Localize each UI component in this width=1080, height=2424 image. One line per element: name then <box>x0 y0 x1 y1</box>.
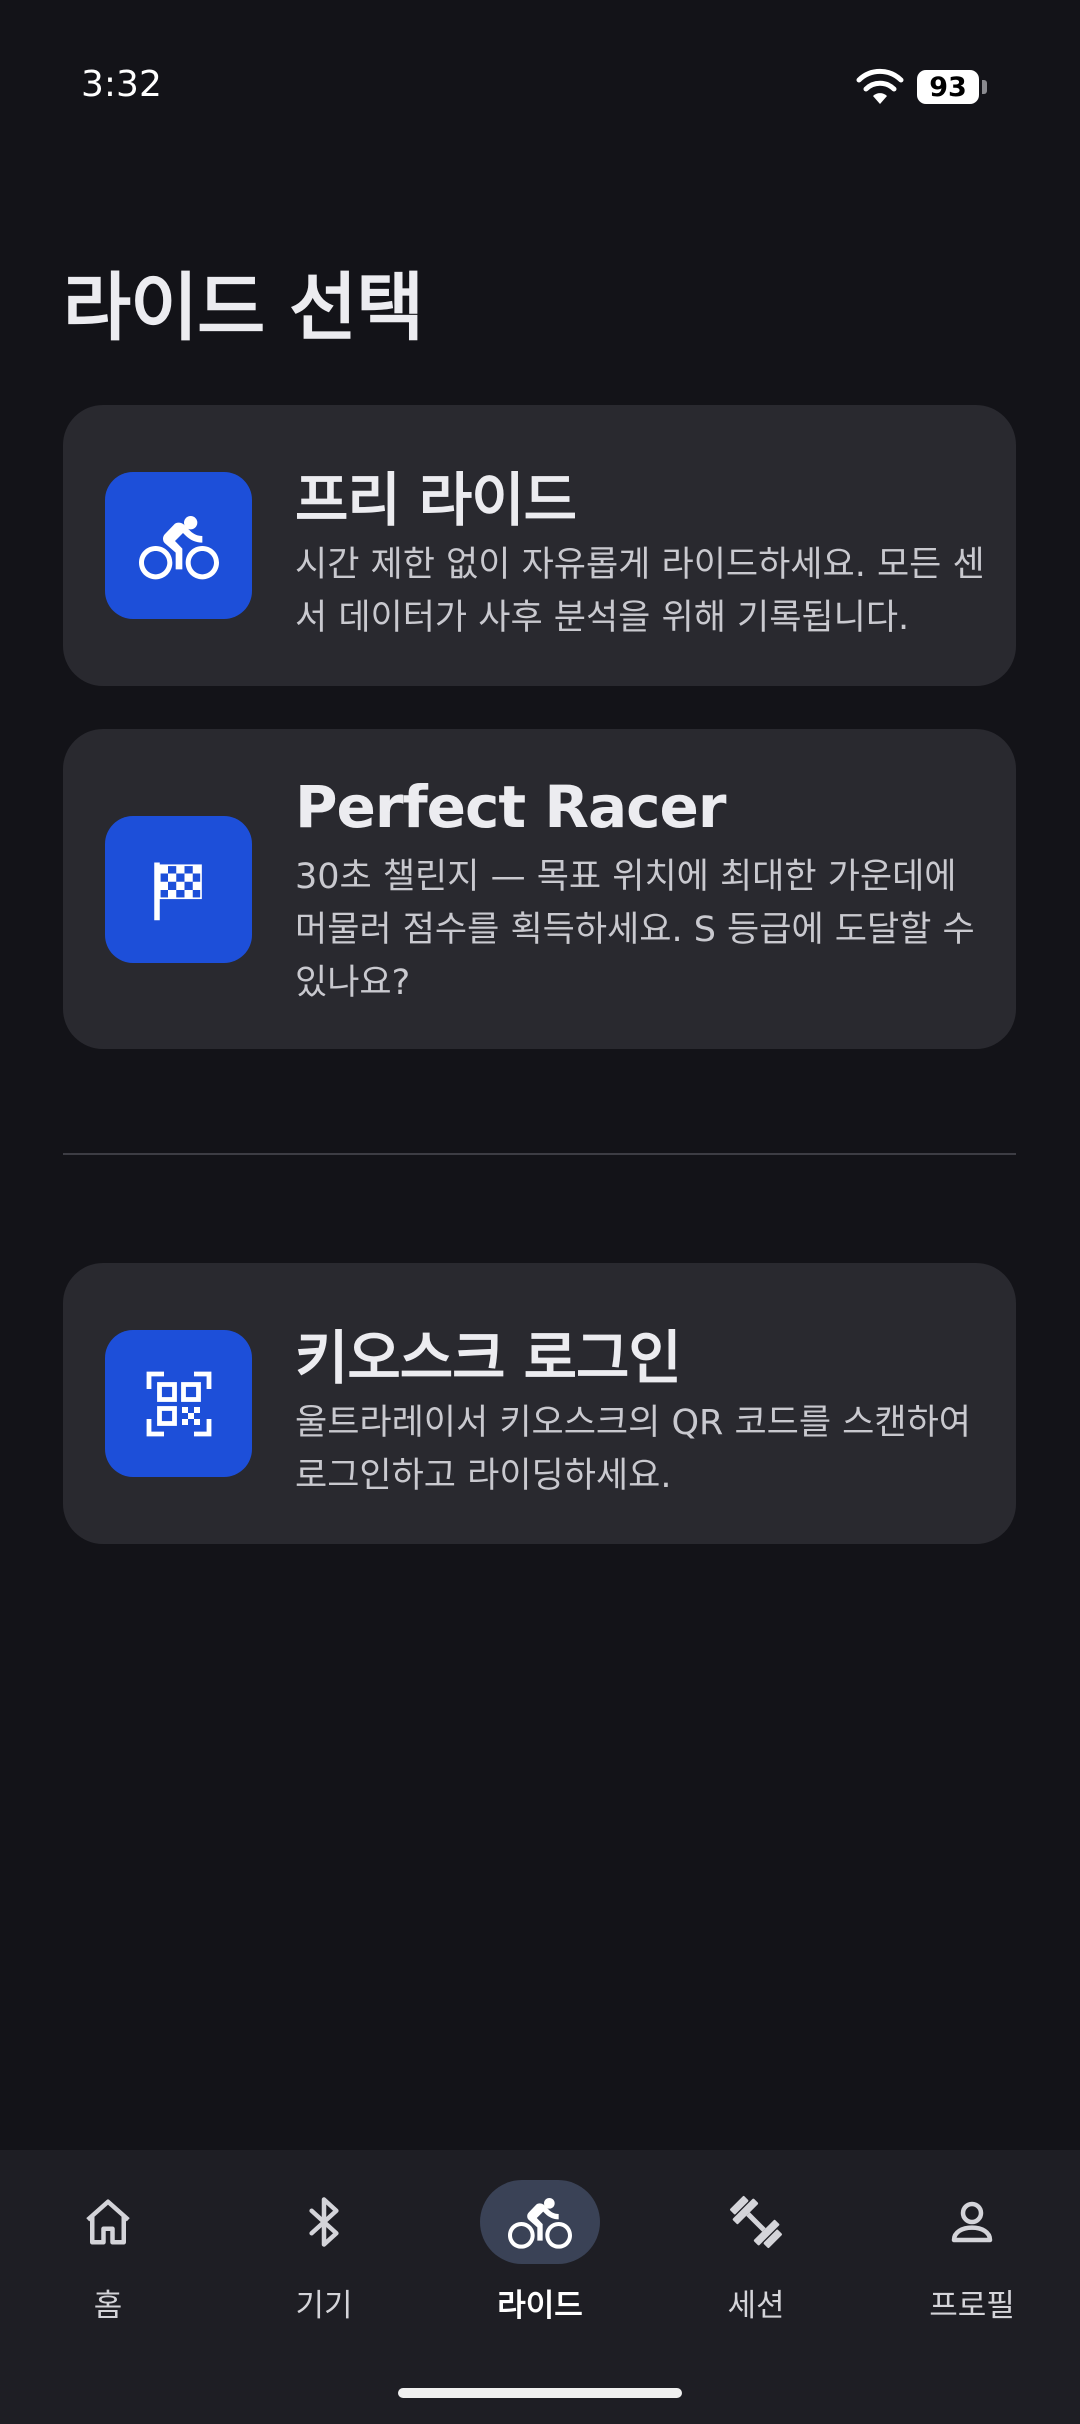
free-ride-card[interactable]: 프리 라이드 시간 제한 없이 자유롭게 라이드하세요. 모든 센서 데이터가 … <box>63 405 1016 686</box>
nav-devices[interactable]: 기기 <box>224 2180 424 2340</box>
nav-home-label: 홈 <box>93 2288 123 2324</box>
page-title: 라이드 선택 <box>63 265 424 351</box>
nav-devices-label: 기기 <box>295 2288 353 2324</box>
ride-select-screen: 3:32 93 라이드 선택 프리 라이드 시간 제한 없이 자유롭게 라이드하… <box>0 0 1080 2424</box>
nav-profile-label: 프로필 <box>929 2288 1015 2324</box>
person-icon <box>912 2180 1032 2264</box>
perfect-racer-title: Perfect Racer <box>295 773 726 841</box>
bluetooth-icon <box>264 2180 384 2264</box>
kiosk-login-title: 키오스크 로그인 <box>295 1324 682 1392</box>
bike-icon <box>105 472 252 619</box>
home-icon <box>48 2180 168 2264</box>
section-divider <box>63 1153 1016 1155</box>
kiosk-login-description: 울트라레이서 키오스크의 QR 코드를 스캔하여 로그인하고 라이딩하세요. <box>295 1403 971 1496</box>
bottom-navigation: 홈 기기 라이드 세션 프로필 <box>0 2150 1080 2424</box>
perfect-racer-description: 30초 챌린지 — 목표 위치에 최대한 가운데에 머물러 점수를 획득하세요.… <box>295 857 975 1003</box>
qr-code-icon <box>105 1330 252 1477</box>
nav-ride-label: 라이드 <box>497 2288 583 2324</box>
bike-icon <box>480 2180 600 2264</box>
status-bar: 3:32 93 <box>0 0 1080 175</box>
dumbbell-icon <box>696 2180 816 2264</box>
nav-sessions[interactable]: 세션 <box>656 2180 856 2340</box>
battery-level: 93 <box>917 70 979 104</box>
battery-tip <box>982 80 987 94</box>
nav-home[interactable]: 홈 <box>8 2180 208 2340</box>
nav-profile[interactable]: 프로필 <box>872 2180 1072 2340</box>
wifi-icon <box>856 68 904 104</box>
free-ride-description: 시간 제한 없이 자유롭게 라이드하세요. 모든 센서 데이터가 사후 분석을 … <box>295 545 985 638</box>
nav-ride[interactable]: 라이드 <box>440 2180 640 2340</box>
battery-indicator: 93 <box>917 70 987 104</box>
home-indicator[interactable] <box>398 2388 682 2398</box>
checkered-flag-icon <box>105 816 252 963</box>
kiosk-login-card[interactable]: 키오스크 로그인 울트라레이서 키오스크의 QR 코드를 스캔하여 로그인하고 … <box>63 1263 1016 1544</box>
status-time: 3:32 <box>81 64 162 105</box>
perfect-racer-card[interactable]: Perfect Racer 30초 챌린지 — 목표 위치에 최대한 가운데에 … <box>63 729 1016 1049</box>
free-ride-title: 프리 라이드 <box>295 466 577 534</box>
nav-sessions-label: 세션 <box>727 2288 785 2324</box>
